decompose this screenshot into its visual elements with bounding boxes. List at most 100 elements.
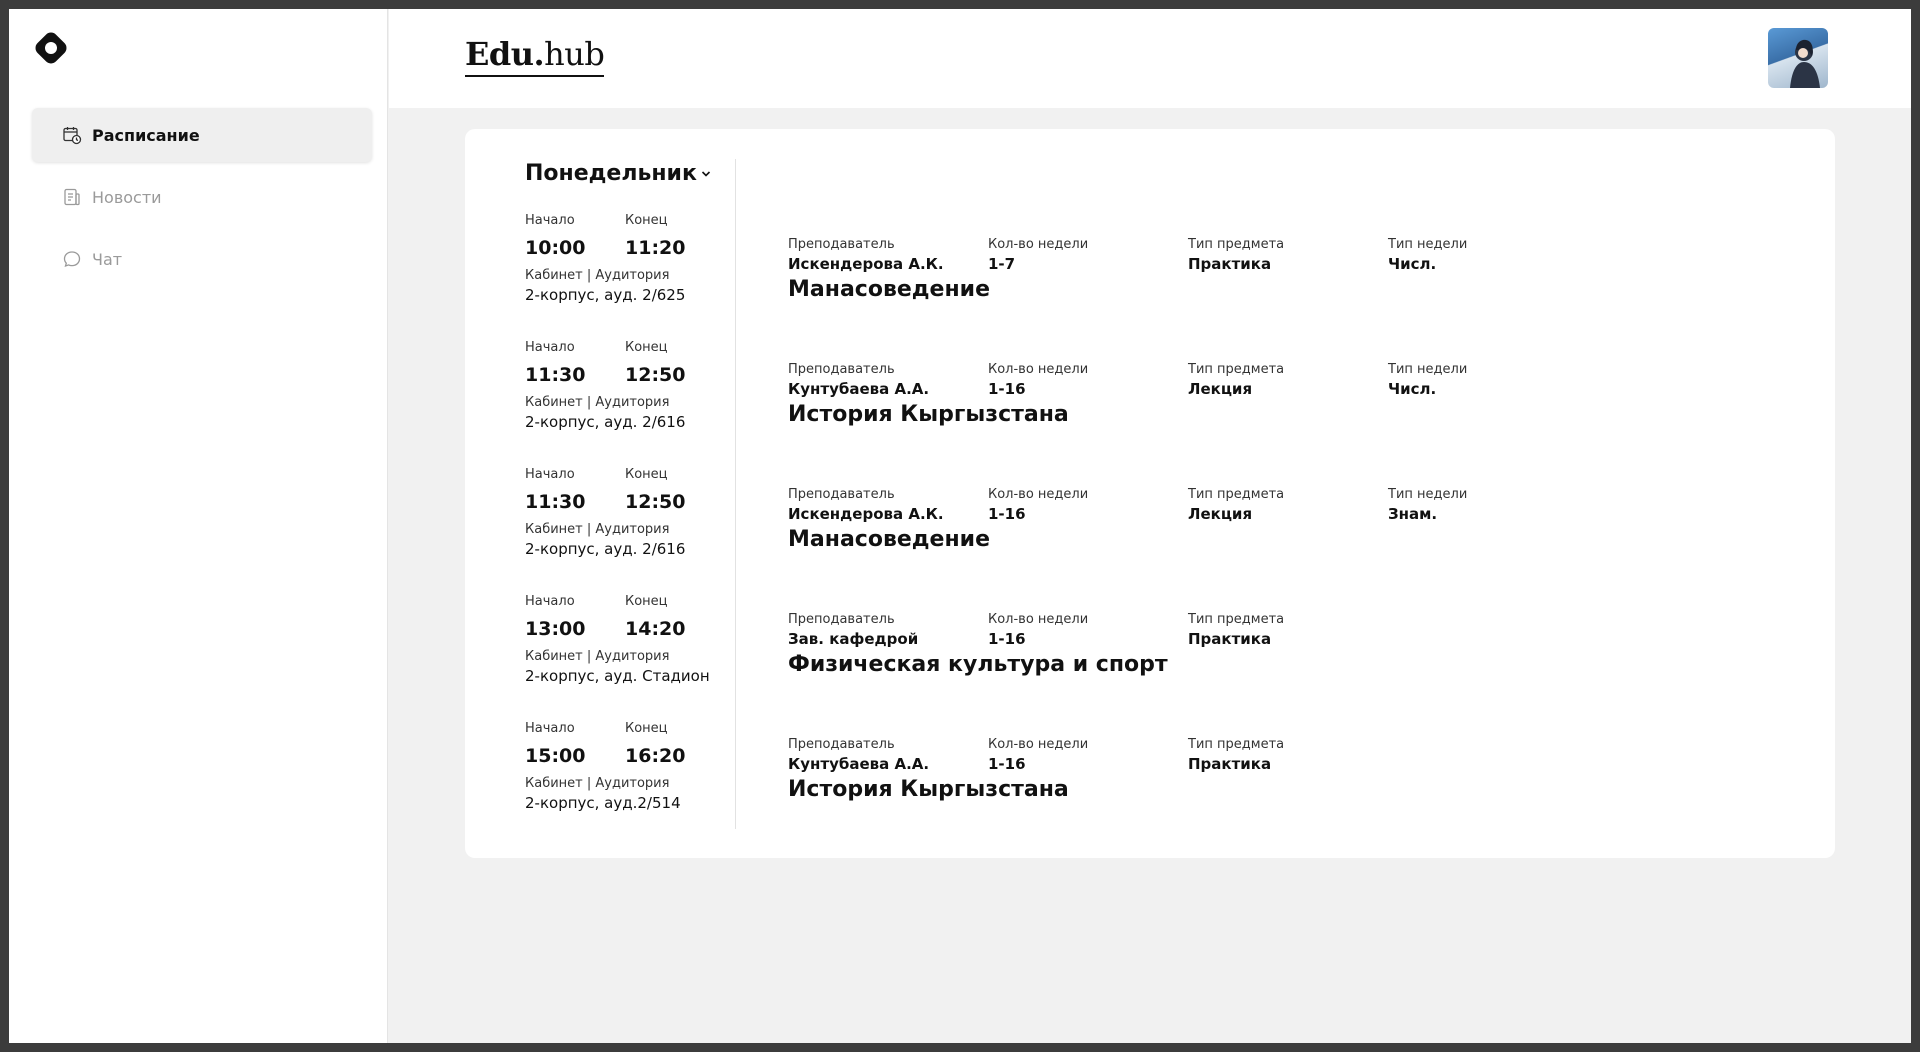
column-divider — [735, 159, 736, 829]
subject-title: История Кыргызстана — [788, 777, 1069, 802]
room-value: 2-корпус, ауд. Стадион — [525, 667, 710, 685]
sidebar-item-news[interactable]: Новости — [32, 170, 372, 224]
end-time: 12:50 — [625, 364, 686, 386]
weeks-value: 1-16 — [988, 755, 1026, 773]
end-label: Конец — [625, 213, 668, 228]
teacher-value: Искендерова А.К. — [788, 255, 944, 273]
subject-type-value: Практика — [1188, 255, 1272, 273]
brand-light: hub — [544, 35, 605, 73]
start-label: Начало — [525, 594, 575, 609]
end-label: Конец — [625, 340, 668, 355]
end-time: 12:50 — [625, 491, 686, 513]
week-type-value: Знам. — [1388, 505, 1438, 523]
room-label: Кабинет | Аудитория — [525, 268, 670, 283]
week-type-value: Числ. — [1388, 255, 1437, 273]
start-time: 13:00 — [525, 618, 586, 640]
subject-type-value: Лекция — [1188, 505, 1253, 523]
end-time: 16:20 — [625, 745, 686, 767]
app-window: Расписание Новости Чат Edu.hub Понедельн… — [9, 9, 1911, 1043]
schedule-card: Понедельник Начало Конец 10:00 11:20 Кабин… — [465, 129, 1835, 858]
subject-title: Физическая культура и спорт — [788, 652, 1168, 677]
sidebar-item-chat[interactable]: Чат — [32, 232, 372, 286]
day-select-value: Понедельник — [525, 161, 697, 186]
end-time: 14:20 — [625, 618, 686, 640]
start-time: 11:30 — [525, 491, 586, 513]
sidebar-nav: Расписание Новости Чат — [32, 108, 372, 294]
end-label: Конец — [625, 594, 668, 609]
room-label: Кабинет | Аудитория — [525, 649, 670, 664]
sidebar-item-label: Чат — [92, 249, 123, 269]
weeks-value: 1-16 — [988, 380, 1026, 398]
start-label: Начало — [525, 213, 575, 228]
subject-type-value: Практика — [1188, 630, 1272, 648]
time-slot: Начало Конец 13:00 14:20 Кабинет | Аудитор… — [525, 594, 735, 721]
subject-type-label: Тип предмета — [1188, 362, 1285, 377]
subject-type-label: Тип предмета — [1188, 237, 1285, 252]
end-time: 11:20 — [625, 237, 686, 259]
weeks-label: Кол-во недели — [988, 362, 1089, 377]
room-label: Кабинет | Аудитория — [525, 776, 670, 791]
teacher-value: Кунтубаева А.А. — [788, 380, 930, 398]
subject-title: Манасоведение — [788, 527, 991, 552]
teacher-label: Преподаватель — [788, 237, 895, 252]
teacher-value: Кунтубаева А.А. — [788, 755, 930, 773]
subject-type-value: Лекция — [1188, 380, 1253, 398]
weeks-value: 1-7 — [988, 255, 1016, 273]
week-type-value: Числ. — [1388, 380, 1437, 398]
room-value: 2-корпус, ауд. 2/625 — [525, 286, 686, 304]
weeks-label: Кол-во недели — [988, 487, 1089, 502]
end-label: Конец — [625, 721, 668, 736]
chat-bubble-icon — [62, 249, 82, 269]
teacher-label: Преподаватель — [788, 362, 895, 377]
room-value: 2-корпус, ауд.2/514 — [525, 794, 681, 812]
user-avatar[interactable] — [1768, 28, 1828, 88]
subject-type-label: Тип предмета — [1188, 737, 1285, 752]
week-type-label: Тип недели — [1388, 362, 1468, 377]
room-value: 2-корпус, ауд. 2/616 — [525, 413, 686, 431]
brand-bold: Edu. — [465, 35, 545, 73]
time-slot: Начало Конец 11:30 12:50 Кабинет | Аудитор… — [525, 340, 735, 467]
subject-title: Манасоведение — [788, 277, 991, 302]
lesson-item[interactable]: Преподаватель Искендерова А.К. Кол-во нед… — [788, 237, 1588, 362]
weeks-value: 1-16 — [988, 505, 1026, 523]
time-slot: Начало Конец 11:30 12:50 Кабинет | Аудитор… — [525, 467, 735, 594]
lesson-list: Преподаватель Искендерова А.К. Кол-во нед… — [788, 237, 1588, 862]
sidebar: Расписание Новости Чат — [9, 9, 388, 1043]
teacher-label: Преподаватель — [788, 737, 895, 752]
brand-wordmark[interactable]: Edu.hub — [465, 35, 605, 77]
lesson-item[interactable]: Преподаватель Зав. кафедрой Кол-во недели… — [788, 612, 1588, 737]
brand-logo-icon[interactable] — [31, 28, 71, 68]
weeks-label: Кол-во недели — [988, 612, 1089, 627]
start-label: Начало — [525, 340, 575, 355]
day-select[interactable]: Понедельник — [525, 161, 711, 186]
teacher-value: Искендерова А.К. — [788, 505, 944, 523]
lesson-item[interactable]: Преподаватель Кунтубаева А.А. Кол-во неде… — [788, 362, 1588, 487]
weeks-value: 1-16 — [988, 630, 1026, 648]
time-slot: Начало Конец 10:00 11:20 Кабинет | Аудитор… — [525, 213, 735, 340]
subject-title: История Кыргызстана — [788, 402, 1069, 427]
sidebar-item-label: Расписание — [92, 125, 200, 145]
lesson-item[interactable]: Преподаватель Искендерова А.К. Кол-во нед… — [788, 487, 1588, 612]
room-value: 2-корпус, ауд. 2/616 — [525, 540, 686, 558]
room-label: Кабинет | Аудитория — [525, 395, 670, 410]
start-time: 11:30 — [525, 364, 586, 386]
end-label: Конец — [625, 467, 668, 482]
start-time: 15:00 — [525, 745, 586, 767]
start-label: Начало — [525, 467, 575, 482]
subject-type-value: Практика — [1188, 755, 1272, 773]
start-time: 10:00 — [525, 237, 586, 259]
week-type-label: Тип недели — [1388, 237, 1468, 252]
weeks-label: Кол-во недели — [988, 737, 1089, 752]
news-icon — [62, 187, 82, 207]
chevron-down-icon — [701, 170, 710, 177]
lesson-item[interactable]: Преподаватель Кунтубаева А.А. Кол-во неде… — [788, 737, 1588, 862]
subject-type-label: Тип предмета — [1188, 612, 1285, 627]
subject-type-label: Тип предмета — [1188, 487, 1285, 502]
teacher-label: Преподаватель — [788, 487, 895, 502]
top-header: Edu.hub — [389, 9, 1911, 108]
sidebar-item-schedule[interactable]: Расписание — [32, 108, 372, 162]
time-slot: Начало Конец 15:00 16:20 Кабинет | Аудитор… — [525, 721, 735, 848]
sidebar-item-label: Новости — [92, 187, 162, 207]
week-type-label: Тип недели — [1388, 487, 1468, 502]
teacher-value: Зав. кафедрой — [788, 630, 919, 648]
